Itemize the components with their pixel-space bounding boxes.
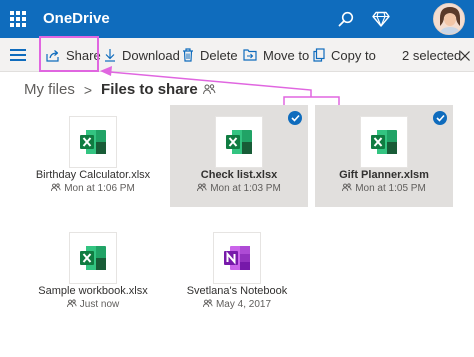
- excel-file-icon: [69, 232, 117, 284]
- download-label: Download: [122, 47, 180, 63]
- search-icon[interactable]: [336, 9, 356, 29]
- shared-people-icon: [202, 84, 216, 95]
- shared-people-icon: [51, 183, 61, 192]
- file-modified: Mon at 1:06 PM: [24, 183, 162, 194]
- excel-file-icon: [360, 116, 408, 168]
- file-modified: Mon at 1:03 PM: [170, 183, 308, 194]
- file-tile-selected[interactable]: Check list.xlsx Mon at 1:03 PM: [170, 105, 308, 207]
- move-to-button[interactable]: Move to: [243, 38, 309, 72]
- download-icon: [105, 49, 115, 62]
- download-button[interactable]: Download: [104, 38, 180, 72]
- shared-people-icon: [342, 183, 352, 192]
- move-to-label: Move to: [263, 47, 310, 63]
- breadcrumb-separator: >: [83, 81, 93, 98]
- app-title[interactable]: OneDrive: [43, 10, 110, 27]
- file-name: Sample workbook.xlsx: [38, 285, 148, 297]
- file-modified: Just now: [24, 299, 162, 310]
- file-modified: May 4, 2017: [168, 299, 306, 310]
- shared-people-icon: [66, 299, 77, 308]
- checkmark-icon[interactable]: [288, 111, 302, 125]
- file-modified: Mon at 1:05 PM: [315, 183, 453, 194]
- app-header: OneDrive: [0, 0, 474, 38]
- file-name: Svetlana's Notebook: [186, 285, 288, 297]
- clear-selection-icon[interactable]: [459, 49, 471, 61]
- excel-file-icon: [69, 116, 117, 168]
- app-launcher-icon[interactable]: [10, 11, 26, 27]
- file-name: Gift Planner.xlsm: [339, 169, 429, 181]
- user-avatar[interactable]: [433, 3, 465, 35]
- copy-to-icon: [313, 48, 325, 62]
- breadcrumb-my-files[interactable]: My files: [24, 81, 75, 98]
- delete-button[interactable]: Delete: [182, 38, 238, 72]
- delete-label: Delete: [200, 47, 238, 63]
- checkmark-icon[interactable]: [433, 111, 447, 125]
- selection-count: 2 selected: [402, 47, 462, 63]
- file-tile-selected[interactable]: Gift Planner.xlsm Mon at 1:05 PM: [315, 105, 453, 207]
- breadcrumb: My files > Files to share: [24, 81, 216, 98]
- share-highlight-annotation: [39, 36, 99, 72]
- file-name: Birthday Calculator.xlsx: [35, 169, 151, 181]
- delete-icon: [183, 48, 193, 62]
- file-tile[interactable]: Birthday Calculator.xlsx Mon at 1:06 PM: [24, 105, 162, 207]
- copy-to-label: Copy to: [331, 47, 376, 63]
- menu-icon[interactable]: [10, 49, 26, 61]
- excel-file-icon: [215, 116, 263, 168]
- premium-diamond-icon[interactable]: [371, 9, 391, 29]
- shared-people-icon: [197, 183, 207, 192]
- move-to-icon: [243, 49, 257, 61]
- file-name: Check list.xlsx: [200, 169, 278, 181]
- file-tile[interactable]: Svetlana's Notebook May 4, 2017: [168, 221, 306, 323]
- shared-people-icon: [202, 299, 213, 308]
- onenote-file-icon: [213, 232, 261, 284]
- copy-to-button[interactable]: Copy to: [313, 38, 376, 72]
- file-tile[interactable]: Sample workbook.xlsx Just now: [24, 221, 162, 323]
- page-title: Files to share: [101, 81, 198, 98]
